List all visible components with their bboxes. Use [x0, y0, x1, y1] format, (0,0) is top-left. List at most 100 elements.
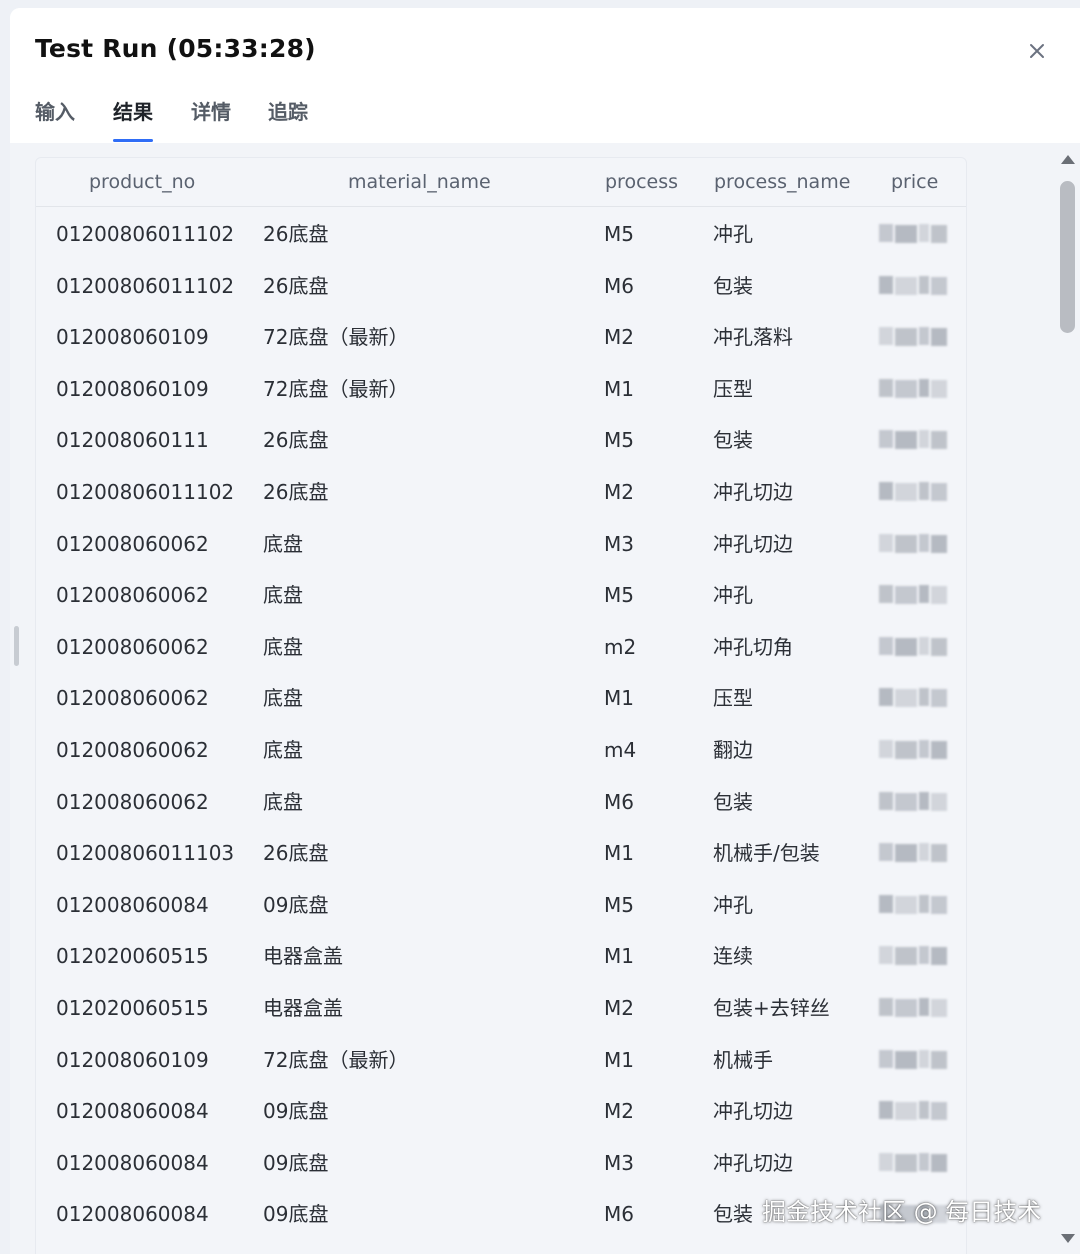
resize-handle[interactable] — [14, 626, 19, 666]
cell-process-name: 冲孔 — [713, 892, 753, 917]
tab-input[interactable]: 输入 — [35, 96, 75, 125]
column-header-material-name[interactable]: material_name — [348, 171, 491, 193]
cell-process-name: 机械手/包装 — [713, 841, 820, 866]
cell-price-redacted — [879, 894, 947, 915]
cell-product-no: 01200806011102 — [56, 273, 235, 298]
result-content: product_no material_name process process… — [10, 143, 1080, 1254]
cell-process-name: 冲孔 — [713, 583, 753, 608]
table-row[interactable]: 01200806011102 26底盘 M6 包装 — [36, 260, 966, 312]
cell-process: M3 — [604, 1150, 634, 1175]
cell-product-no: 012008060109 — [56, 325, 209, 350]
cell-process: M6 — [604, 1202, 634, 1227]
redaction-block — [931, 534, 947, 553]
cell-price-redacted — [879, 1152, 947, 1173]
cell-price-redacted — [879, 1049, 947, 1070]
scroll-up-icon[interactable] — [1060, 153, 1076, 165]
cell-product-no: 012008060084 — [56, 1202, 209, 1227]
cell-process-name: 冲孔切角 — [713, 634, 793, 659]
redaction-block — [919, 275, 929, 294]
cell-process-name: 机械手 — [713, 1047, 773, 1072]
cell-process-name: 包装 — [713, 428, 753, 453]
cell-process-name: 压型 — [713, 376, 753, 401]
column-header-process[interactable]: process — [605, 171, 678, 193]
cell-material-name: 26底盘 — [263, 841, 329, 866]
watermark: 掘金技术社区 @ 每日技术 — [762, 1198, 1042, 1226]
table-row[interactable]: 01200806011103 26底盘 M1 机械手/包装 — [36, 827, 966, 879]
cell-price-redacted — [879, 224, 947, 244]
table-row[interactable]: 012008060109 72底盘（最新） M1 机械手 — [36, 1034, 966, 1086]
tab-trace[interactable]: 追踪 — [268, 96, 308, 125]
cell-process: M1 — [604, 841, 634, 866]
cell-product-no: 012008060062 — [56, 634, 209, 659]
cell-product-no: 012008060084 — [56, 892, 209, 917]
table-row[interactable]: 012008060084 09底盘 M2 冲孔切边 — [36, 1085, 966, 1137]
redaction-block — [919, 533, 929, 552]
redaction-block — [879, 688, 893, 707]
tab-details[interactable]: 详情 — [191, 96, 231, 125]
cell-product-no: 012020060515 — [56, 944, 209, 969]
table-row[interactable]: 012008060084 09底盘 M3 冲孔切边 — [36, 1137, 966, 1189]
column-header-product-no[interactable]: product_no — [89, 171, 195, 193]
table-row[interactable]: 012008060111 26底盘 M5 包装 — [36, 414, 966, 466]
cell-product-no: 012008060109 — [56, 376, 209, 401]
column-header-price[interactable]: price — [891, 171, 938, 193]
cell-process: M2 — [604, 996, 634, 1020]
redaction-block — [879, 740, 893, 758]
cell-process-name: 包装 — [713, 273, 753, 298]
cell-material-name: 72底盘（最新） — [263, 376, 409, 401]
table-row[interactable]: 012008060109 72底盘（最新） M2 冲孔落料 — [36, 311, 966, 363]
cell-material-name: 26底盘 — [263, 480, 329, 504]
redaction-block — [879, 533, 893, 552]
table-row[interactable]: 012020060515 电器盒盖 M2 包装+去锌丝 — [36, 982, 966, 1034]
cell-process-name: 包装+去锌丝 — [713, 996, 830, 1020]
cell-material-name: 底盘 — [263, 686, 303, 711]
redaction-block — [879, 430, 893, 449]
cell-product-no: 01200806011102 — [56, 222, 235, 246]
cell-process: M3 — [604, 531, 634, 556]
table-row[interactable]: 01200806011102 26底盘 M5 冲孔 — [36, 208, 966, 260]
redaction-block — [919, 998, 929, 1016]
table-row[interactable]: 012008060062 底盘 M6 包装 — [36, 776, 966, 828]
redaction-block — [879, 998, 893, 1016]
dialog-header: Test Run (05:33:28) 输入 结果 详情 追踪 — [10, 8, 1080, 143]
redaction-block — [879, 275, 893, 294]
cell-product-no: 012020060515 — [56, 996, 209, 1020]
table-row[interactable]: 012008060109 72底盘（最新） M1 压型 — [36, 363, 966, 415]
redaction-block — [931, 1153, 947, 1172]
redaction-block — [895, 534, 917, 553]
table-row[interactable]: 01200806011102 26底盘 M2 冲孔切边 — [36, 466, 966, 518]
cell-process-name: 包装 — [713, 789, 753, 814]
cell-price-redacted — [879, 636, 947, 657]
close-button[interactable] — [1024, 38, 1050, 64]
redaction-block — [879, 636, 893, 655]
cell-material-name: 电器盒盖 — [263, 996, 343, 1020]
active-tab-indicator — [113, 139, 153, 142]
cell-price-redacted — [879, 740, 947, 760]
redaction-block — [879, 946, 893, 965]
table-row[interactable]: 012008060084 09底盘 M5 冲孔 — [36, 879, 966, 931]
cell-material-name: 26底盘 — [263, 273, 329, 298]
table-row[interactable]: 012008060062 底盘 M3 冲孔切边 — [36, 518, 966, 570]
table-row[interactable]: 012008060062 底盘 M1 压型 — [36, 672, 966, 724]
column-header-process-name[interactable]: process_name — [714, 171, 850, 193]
cell-material-name: 09底盘 — [263, 1150, 329, 1175]
redaction-block — [931, 741, 947, 759]
tab-result[interactable]: 结果 — [113, 96, 153, 125]
scrollbar-thumb[interactable] — [1060, 181, 1075, 333]
scroll-down-icon[interactable] — [1060, 1233, 1076, 1245]
cell-process-name: 翻边 — [713, 738, 753, 762]
cell-process-name: 冲孔落料 — [713, 325, 793, 350]
table-row[interactable]: 012008060062 底盘 m2 冲孔切角 — [36, 621, 966, 673]
redaction-block — [895, 1153, 917, 1172]
cell-price-redacted — [879, 533, 947, 554]
redaction-block — [919, 1101, 929, 1120]
table-row[interactable]: 012020060515 电器盒盖 M1 连续 — [36, 930, 966, 982]
cell-process: M2 — [604, 325, 634, 350]
vertical-scrollbar[interactable] — [1054, 143, 1080, 1254]
cell-product-no: 012008060111 — [56, 428, 209, 453]
cell-process: M5 — [604, 583, 634, 608]
redaction-block — [895, 999, 917, 1017]
table-row[interactable]: 012008060062 底盘 M5 冲孔 — [36, 569, 966, 621]
table-row[interactable]: 012008060062 底盘 m4 翻边 — [36, 724, 966, 776]
redaction-block — [919, 378, 929, 397]
